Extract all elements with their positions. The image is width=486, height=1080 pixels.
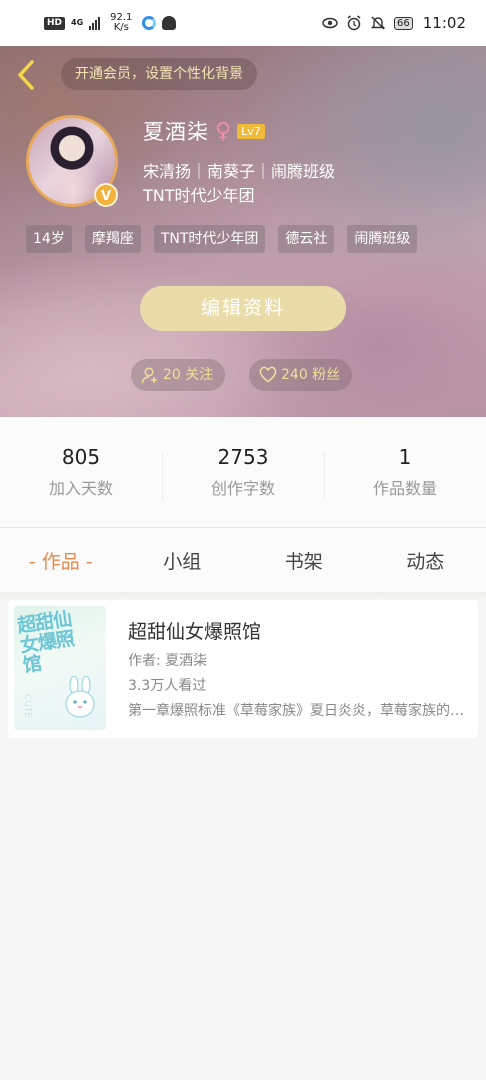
work-views: 3.3万人看过	[128, 678, 207, 694]
name-row: 夏酒柒 ♀ Lv7	[143, 116, 265, 146]
stat-label: 创作字数	[210, 479, 275, 498]
app-notification-icon	[142, 16, 157, 30]
following-button[interactable]: 20 关注	[131, 359, 226, 391]
bunny-icon	[65, 676, 95, 718]
tag-club: 德云社	[278, 225, 335, 253]
stat-value: 2753	[217, 445, 269, 469]
hd-indicator: HD	[44, 16, 66, 30]
back-arrow-icon[interactable]	[12, 58, 40, 92]
bio-line-2: TNT时代少年团	[143, 186, 255, 205]
battery-icon: 66	[394, 16, 413, 30]
qq-icon	[162, 16, 177, 30]
stat-join-days: 805 加入天数	[0, 445, 162, 499]
followers-count: 240 粉丝	[281, 367, 341, 383]
work-excerpt: 第一章爆照标准《草莓家族》夏日炎炎，草莓家族的成员们	[128, 703, 468, 719]
user-name: 夏酒柒	[143, 120, 209, 144]
followers-button[interactable]: 240 粉丝	[249, 359, 353, 391]
mute-bell-icon	[370, 16, 386, 30]
status-bar: HD 4G 92.1 K/s 66 11:02	[0, 0, 486, 46]
stat-value: 1	[398, 445, 412, 469]
heart-icon	[259, 366, 277, 383]
tab-groups[interactable]: 小组	[122, 547, 244, 574]
profile-tabs: - 作品 - 小组 书架 动态	[0, 528, 486, 592]
stats-row: 805 加入天数 2753 创作字数 1 作品数量	[0, 417, 486, 527]
tab-bookshelf[interactable]: 书架	[243, 547, 365, 574]
eye-icon	[322, 17, 338, 29]
tag-age: 14岁	[26, 225, 72, 253]
verified-badge: V	[94, 183, 118, 207]
cover-title-art: 超甜仙女爆照馆	[15, 607, 76, 677]
tag-class: 闹腾班级	[347, 225, 418, 253]
profile-header: 开通会员，设置个性化背景 V 夏酒柒 ♀ Lv7 宋清扬｜南葵子｜闹腾班级 TN…	[0, 46, 486, 417]
tabs-divider	[0, 592, 486, 600]
stat-works-count: 1 作品数量	[324, 445, 486, 501]
tab-activity[interactable]: 动态	[365, 547, 486, 574]
work-title: 超甜仙女爆照馆	[128, 621, 262, 643]
stat-label: 加入天数	[48, 479, 113, 498]
edit-profile-button[interactable]: 编辑资料	[140, 286, 346, 331]
female-icon: ♀	[215, 118, 232, 144]
stat-label: 作品数量	[372, 479, 437, 498]
clock: 11:02	[422, 14, 466, 32]
alarm-icon	[347, 15, 361, 31]
stat-value: 805	[61, 445, 101, 469]
speed-unit: K/s	[113, 22, 129, 33]
vip-background-banner[interactable]: 开通会员，设置个性化背景	[61, 58, 257, 90]
level-badge: Lv7	[237, 123, 265, 139]
work-cover: 超甜仙女爆照馆 CUTE	[14, 606, 106, 730]
tab-works[interactable]: - 作品 -	[0, 547, 122, 574]
work-author: 作者: 夏酒柒	[128, 653, 208, 669]
tag-zodiac: 摩羯座	[84, 225, 141, 253]
work-card[interactable]: 超甜仙女爆照馆 CUTE 超甜仙女爆照馆 作者: 夏酒柒 3.3万人看过 第一章…	[8, 600, 478, 738]
cover-side-text: CUTE	[22, 693, 32, 718]
following-count: 20 关注	[163, 367, 214, 383]
user-add-icon	[141, 367, 157, 384]
profile-tags: 14岁 摩羯座 TNT时代少年团 德云社 闹腾班级	[26, 225, 418, 253]
signal-icon	[89, 16, 101, 30]
avatar[interactable]: V	[26, 115, 118, 207]
network-type: 4G	[71, 18, 84, 27]
network-speed: 92.1 K/s	[110, 13, 132, 33]
stat-word-count: 2753 创作字数	[162, 445, 324, 501]
tag-group: TNT时代少年团	[153, 225, 266, 253]
bio-line-1: 宋清扬｜南葵子｜闹腾班级	[143, 162, 336, 181]
